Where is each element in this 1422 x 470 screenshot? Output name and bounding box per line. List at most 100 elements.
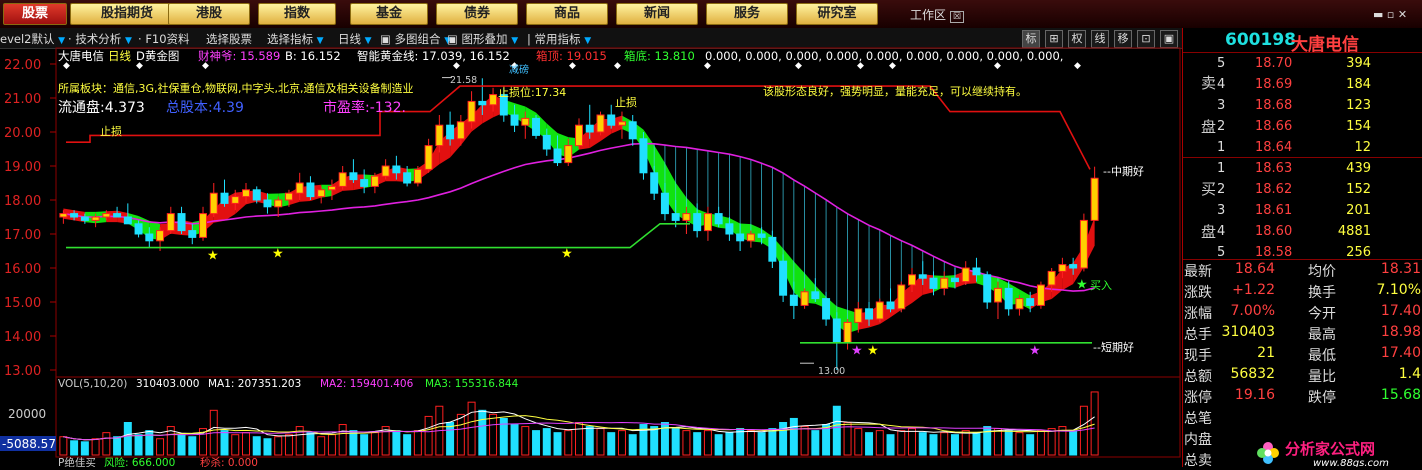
- level-price: 18.64: [1255, 140, 1293, 155]
- stat-label: 现手: [1184, 348, 1212, 364]
- volume-bar: [1004, 430, 1013, 456]
- candle-body: [327, 185, 336, 191]
- level-volume: 201: [1346, 203, 1371, 218]
- ask-row[interactable]: 5 18.70 394: [1183, 54, 1422, 74]
- candle-body: [607, 114, 616, 126]
- bid-row[interactable]: 5 18.58 256: [1183, 243, 1422, 263]
- candle-body: [123, 216, 132, 225]
- level-number: 5: [1217, 245, 1226, 260]
- vol-ma3: MA3: 155316.844: [425, 378, 519, 390]
- level-number: 1: [1217, 140, 1226, 155]
- candle-body: [177, 213, 186, 232]
- stop-loss-label-2: 止损位:17.34: [498, 85, 566, 99]
- volume-bar: [575, 422, 583, 456]
- stop-loss-label-3: 止损: [615, 95, 637, 109]
- signal-star-icon: ★: [1076, 277, 1088, 292]
- stat-value: 18.98: [1380, 324, 1421, 340]
- volume-bar: [607, 432, 616, 456]
- price-axis-label: 18.00: [4, 194, 41, 209]
- candle-body: [768, 236, 777, 262]
- header-box-bottom: 箱底: 13.810: [624, 49, 695, 63]
- candle-body: [446, 124, 455, 140]
- candle-body: [349, 172, 358, 181]
- top-marker-dot: ◆: [1074, 61, 1081, 71]
- chart-indicator-name: D黄金图: [136, 49, 179, 63]
- candle-body: [231, 196, 240, 204]
- level-number: 4: [1217, 77, 1226, 92]
- volume-bar: [1047, 428, 1056, 456]
- candle-body: [693, 213, 702, 232]
- candle-body: [1004, 287, 1013, 310]
- chart-stock-title: 大唐电信: [58, 49, 104, 63]
- divider: [1183, 52, 1422, 53]
- candle-body: [360, 179, 369, 187]
- stat-value: 7.10%: [1376, 282, 1421, 298]
- candle-body: [542, 134, 551, 150]
- level-price: 18.60: [1255, 224, 1293, 239]
- volume-bar: [317, 436, 326, 456]
- stat-value: +1.22: [1232, 282, 1275, 298]
- level-volume: 256: [1346, 245, 1371, 260]
- volume-bar: [360, 434, 369, 456]
- volume-bar: [993, 428, 1002, 456]
- sector-info: 所属板块：通信,3G,社保重仓,物联网,中字头,北京,通信及相关设备制造业: [58, 81, 414, 95]
- bid-row[interactable]: 4 18.60 4881: [1183, 222, 1422, 242]
- signal-star-icon: ★: [1029, 344, 1041, 359]
- candle-body: [617, 121, 626, 126]
- kline-chart[interactable]: 22.00 21.00 20.00 19.00 18.00 17.00 16.00 15.00…: [0, 0, 1182, 467]
- candle-body: [854, 308, 863, 323]
- candle-body: [284, 192, 293, 201]
- window-controls[interactable]: ▬ ▫ ✕: [1373, 8, 1407, 21]
- bid-row[interactable]: 1 18.63 439: [1183, 159, 1422, 179]
- level-volume: 152: [1346, 182, 1371, 197]
- candle-body: [940, 277, 949, 289]
- volume-bar: [306, 432, 315, 456]
- ask-row[interactable]: 2 18.66 154: [1183, 117, 1422, 137]
- candle-body: [467, 100, 476, 123]
- price-axis-label: 21.00: [4, 92, 41, 107]
- signal-star-icon: ★: [272, 247, 284, 262]
- mid-term-label: --中期好: [1103, 164, 1144, 178]
- price-axis-label: 22.00: [4, 58, 41, 73]
- bid-row[interactable]: 2 18.62 152: [1183, 180, 1422, 200]
- level-price: 18.62: [1255, 182, 1293, 197]
- reduce-signal-label: 减磅: [509, 63, 529, 76]
- ask-row[interactable]: 1 18.64 12: [1183, 138, 1422, 158]
- candle-body: [1058, 264, 1067, 272]
- ask-row[interactable]: 4 18.69 184: [1183, 75, 1422, 95]
- stat-value: 19.16: [1234, 387, 1275, 403]
- volume-bar: [1036, 430, 1045, 456]
- volume-bar: [284, 434, 293, 456]
- candle-body: [575, 124, 583, 147]
- volume-bar: [532, 430, 541, 456]
- volume-bar: [564, 430, 573, 456]
- level-price: 18.68: [1255, 98, 1293, 113]
- quote-panel: 600198 大唐电信 卖 盘 5 18.70 394 4 18.69 184 3 18.68…: [1182, 28, 1422, 469]
- volume-bar: [800, 426, 809, 456]
- candle-body: [338, 172, 347, 187]
- candle-body: [865, 308, 874, 320]
- candle-body: [510, 114, 519, 126]
- vol-axis-tick: 20000: [8, 407, 46, 421]
- volume-bar: [725, 432, 734, 456]
- bid-row[interactable]: 3 18.61 201: [1183, 201, 1422, 221]
- candle-body: [660, 192, 669, 215]
- candle-body: [972, 267, 981, 276]
- candle-body: [800, 291, 809, 306]
- volume-bar: [811, 430, 820, 456]
- quote-stock-code: 600198: [1225, 30, 1296, 50]
- chart-period: 日线: [108, 49, 131, 63]
- signal-star-icon: ★: [867, 344, 879, 359]
- candle-body: [736, 233, 745, 242]
- candle-body: [134, 223, 143, 235]
- candle-body: [241, 189, 250, 198]
- bottom-indicator-risk: 风险: 666.000: [104, 456, 175, 467]
- ask-row[interactable]: 3 18.68 123: [1183, 96, 1422, 116]
- volume-bar: [403, 434, 412, 456]
- candle-body: [80, 216, 89, 221]
- volume-ma-line: [63, 410, 1095, 441]
- volume-bar: [91, 438, 100, 456]
- level-price: 18.66: [1255, 119, 1293, 134]
- volume-bar: [950, 434, 959, 456]
- stat-label: 总手: [1184, 327, 1212, 343]
